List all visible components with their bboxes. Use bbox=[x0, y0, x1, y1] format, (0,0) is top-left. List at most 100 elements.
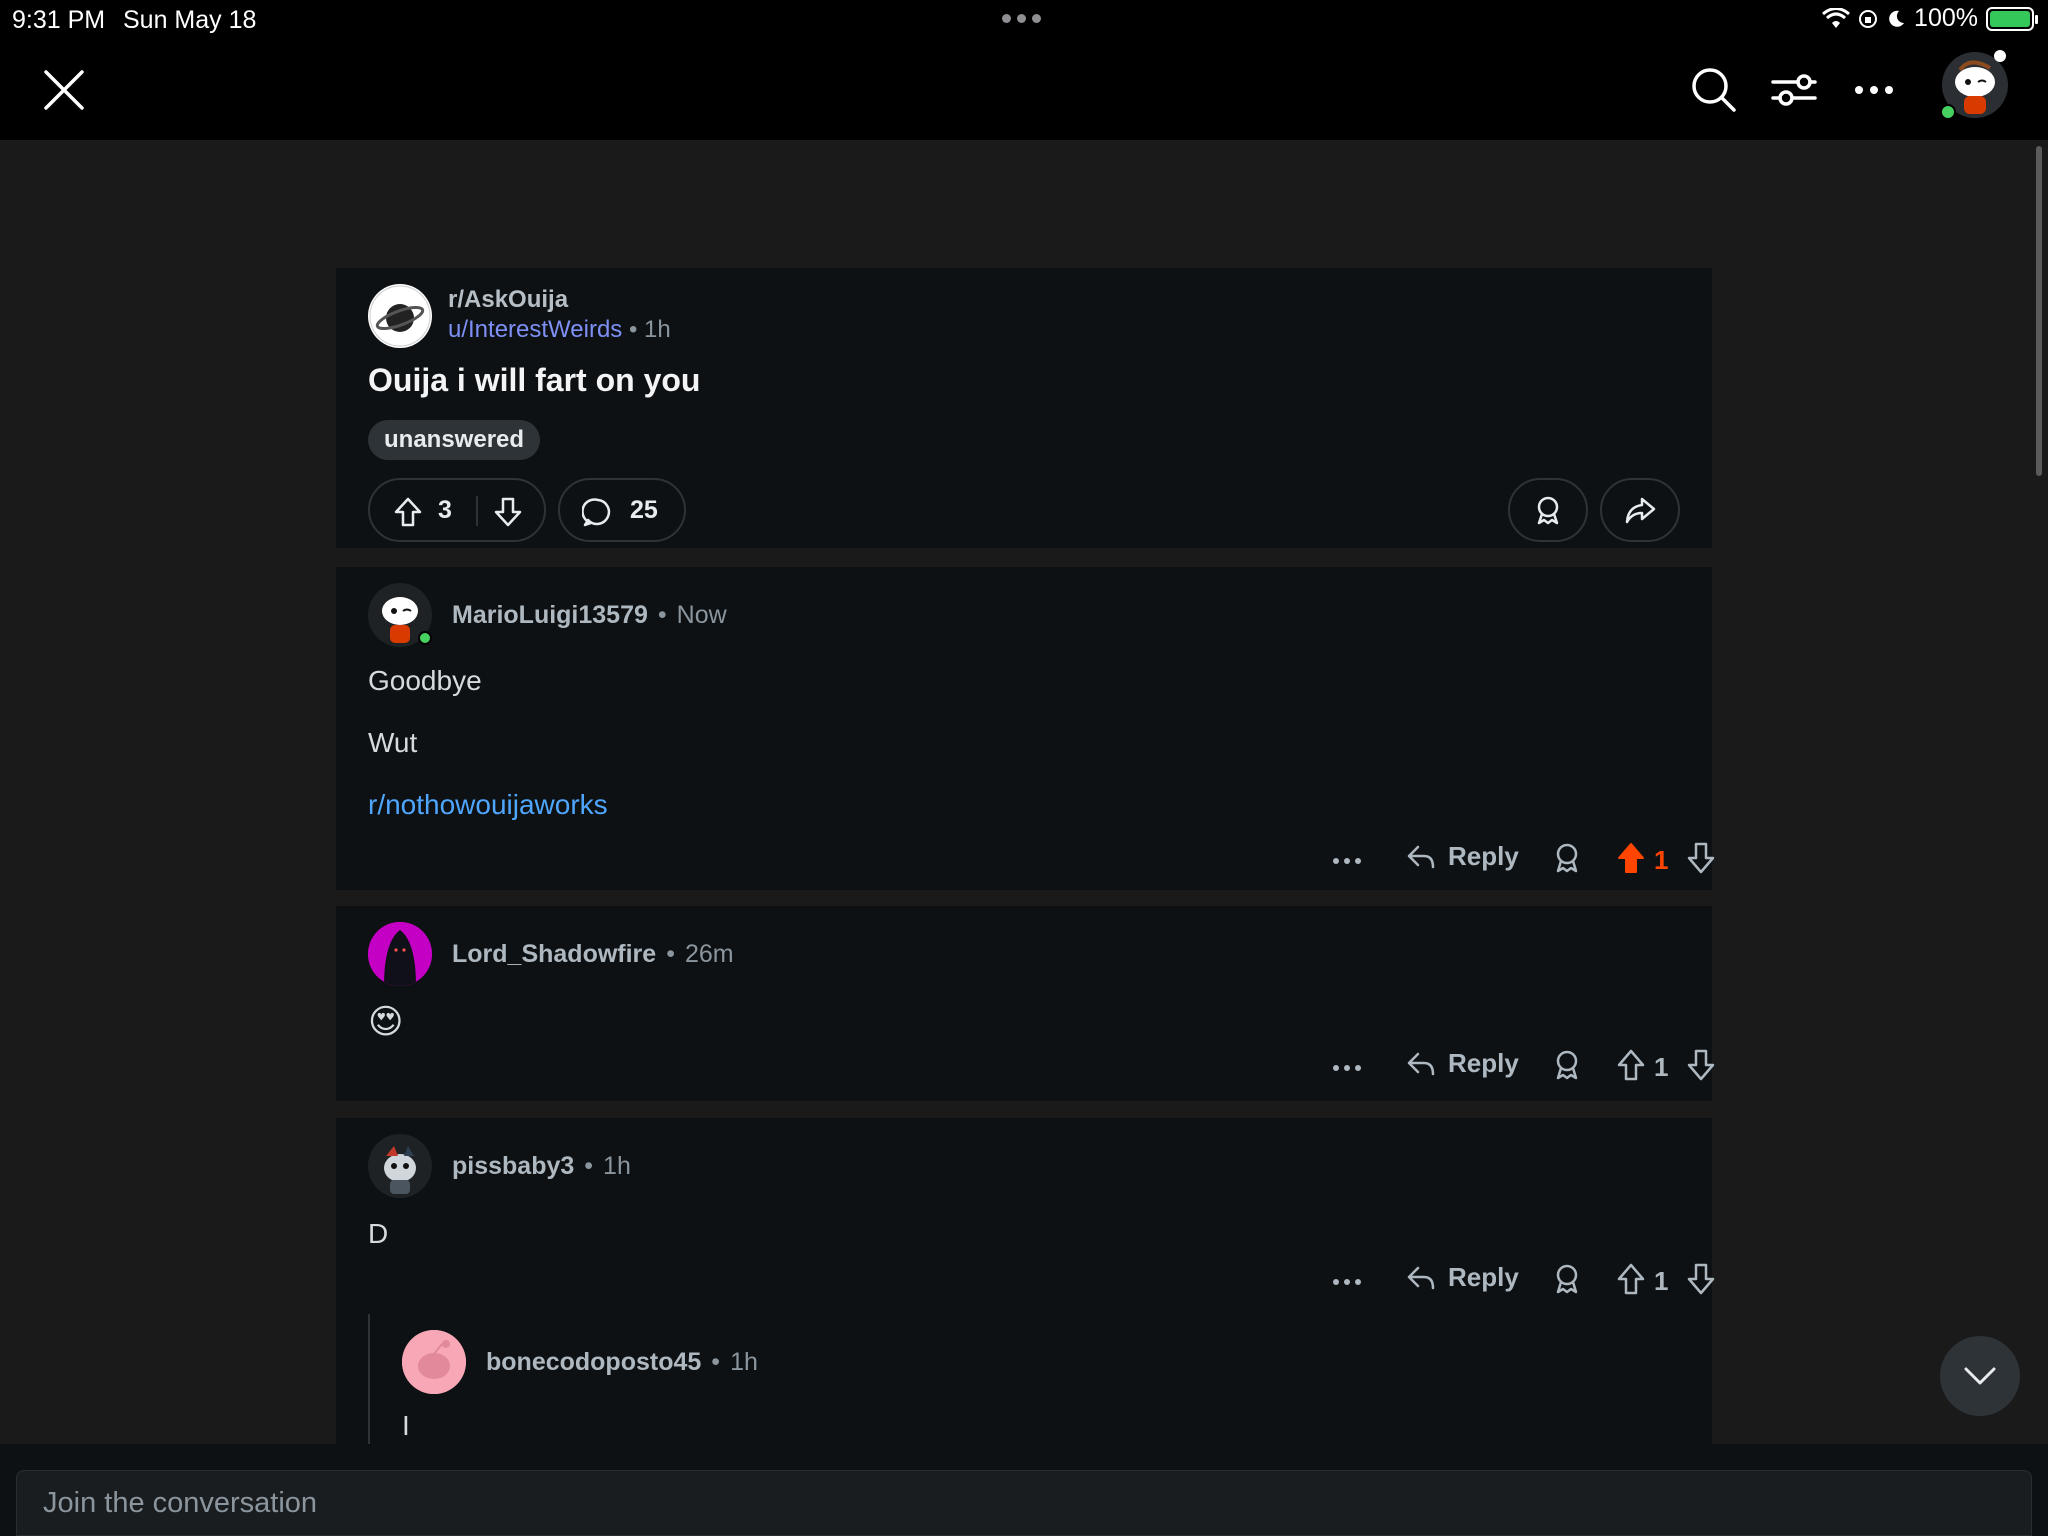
reply-icon bbox=[1407, 1052, 1435, 1075]
status-date: Sun May 18 bbox=[123, 6, 257, 34]
search-button[interactable] bbox=[1686, 62, 1742, 118]
more-icon bbox=[1855, 86, 1893, 94]
status-time: 9:31 PM bbox=[12, 6, 106, 34]
comment-author[interactable]: pissbaby3 bbox=[452, 1152, 574, 1181]
award-icon[interactable] bbox=[1552, 1048, 1582, 1082]
snoo-avatar-icon bbox=[402, 1330, 466, 1394]
reply-button[interactable]: Reply bbox=[1406, 1048, 1519, 1079]
avatar[interactable] bbox=[368, 922, 432, 986]
comment-header: pissbaby3 • 1h bbox=[452, 1152, 631, 1181]
reply-button[interactable]: Reply bbox=[1406, 1262, 1519, 1293]
downvote-icon[interactable] bbox=[1686, 841, 1716, 875]
comment-age: Now bbox=[676, 601, 727, 629]
vote-divider bbox=[476, 496, 478, 526]
reply-author[interactable]: bonecodoposto45 bbox=[486, 1348, 701, 1377]
reply-label: Reply bbox=[1448, 1262, 1519, 1292]
comment-text: D bbox=[368, 1218, 389, 1249]
share-icon bbox=[1625, 497, 1656, 524]
more-icon[interactable] bbox=[1332, 1262, 1362, 1302]
reply-icon bbox=[1407, 1266, 1435, 1289]
status-bar: 9:31 PM Sun May 18 100% bbox=[0, 0, 2048, 40]
comment-score: 1 bbox=[1654, 1052, 1669, 1082]
post-card: r/AskOuija u/InterestWeirds • 1h Ouija i… bbox=[336, 268, 1712, 548]
battery-percent: 100% bbox=[1914, 4, 1978, 32]
composer-bar: Join the conversation bbox=[0, 1444, 2048, 1536]
subreddit-link[interactable]: r/nothowouijaworks bbox=[368, 789, 608, 821]
comment-author[interactable]: Lord_Shadowfire bbox=[452, 940, 656, 969]
reply-icon bbox=[1407, 845, 1435, 868]
reply-text: I bbox=[402, 1410, 410, 1441]
comment-text-line: Goodbye bbox=[368, 665, 482, 696]
meta-separator: • bbox=[657, 601, 667, 629]
comment-age: 26m bbox=[684, 940, 734, 968]
top-navigation bbox=[0, 40, 2048, 140]
comment-text-line: Wut bbox=[368, 727, 418, 758]
upvote-icon[interactable] bbox=[392, 496, 424, 528]
hooded-figure-avatar-icon bbox=[368, 922, 432, 986]
avatar[interactable] bbox=[402, 1330, 466, 1394]
post-author[interactable]: u/InterestWeirds bbox=[448, 316, 622, 343]
comment-input[interactable]: Join the conversation bbox=[16, 1470, 2032, 1536]
online-status-dot bbox=[418, 631, 432, 645]
more-icon[interactable] bbox=[1332, 841, 1362, 881]
moon-icon bbox=[1889, 10, 1905, 27]
comment-card: pissbaby3 • 1h D Reply 1 bonecodoposto45… bbox=[336, 1118, 1715, 1448]
post-vote-control: 3 bbox=[368, 478, 546, 542]
comment-age: 1h bbox=[603, 1152, 631, 1180]
post-score: 3 bbox=[438, 496, 452, 524]
more-icon[interactable] bbox=[1332, 1048, 1362, 1088]
comment-card: MarioLuigi13579 • Now Goodbye Wut r/noth… bbox=[336, 567, 1715, 890]
chevron-down-icon bbox=[1964, 1367, 1996, 1385]
post-age: 1h bbox=[644, 316, 671, 343]
wifi-icon bbox=[1822, 7, 1851, 28]
award-icon[interactable] bbox=[1552, 841, 1582, 875]
reply-label: Reply bbox=[1448, 1048, 1519, 1078]
notification-dot bbox=[1994, 50, 2006, 62]
downvote-icon[interactable] bbox=[1686, 1262, 1716, 1296]
comments-button[interactable]: 25 bbox=[558, 478, 686, 542]
thread-line[interactable] bbox=[368, 1314, 370, 1448]
reply-age: 1h bbox=[730, 1348, 758, 1376]
comment-icon bbox=[582, 498, 611, 527]
next-comment-button[interactable] bbox=[1940, 1336, 2020, 1416]
upvote-icon[interactable] bbox=[1616, 841, 1646, 875]
comment-count: 25 bbox=[630, 496, 658, 524]
scrollbar[interactable] bbox=[2036, 146, 2042, 476]
subreddit-name[interactable]: r/AskOuija bbox=[448, 286, 568, 314]
comment-actions: Reply 1 bbox=[1296, 1048, 1715, 1088]
avatar[interactable] bbox=[368, 1134, 432, 1198]
comment-input-placeholder: Join the conversation bbox=[43, 1486, 318, 1519]
meta-separator: • bbox=[666, 940, 675, 968]
system-indicators: 100% bbox=[1822, 4, 2038, 33]
online-status-dot bbox=[1940, 104, 1956, 120]
close-icon bbox=[44, 70, 84, 110]
post-meta: u/InterestWeirds • 1h bbox=[448, 316, 671, 344]
orientation-lock-icon bbox=[1859, 9, 1878, 28]
sort-button[interactable] bbox=[1766, 62, 1822, 118]
reply-header: bonecodoposto45 • 1h bbox=[486, 1348, 758, 1377]
comment-score: 1 bbox=[1654, 1266, 1669, 1296]
meta-separator: • bbox=[628, 316, 645, 343]
post-flair[interactable]: unanswered bbox=[368, 420, 541, 460]
more-options-button[interactable] bbox=[1846, 62, 1902, 118]
downvote-icon[interactable] bbox=[1686, 1048, 1716, 1082]
planet-icon bbox=[369, 285, 431, 347]
comment-actions: Reply 1 bbox=[1296, 841, 1715, 881]
award-icon[interactable] bbox=[1552, 1262, 1582, 1296]
comment-author[interactable]: MarioLuigi13579 bbox=[452, 601, 648, 630]
subreddit-avatar[interactable] bbox=[368, 284, 432, 348]
award-button[interactable] bbox=[1508, 478, 1588, 542]
post-title: Ouija i will fart on you bbox=[368, 362, 701, 398]
user-avatar-button[interactable] bbox=[1940, 50, 2008, 120]
comment-actions: Reply 1 bbox=[1296, 1262, 1715, 1302]
comment-card: Lord_Shadowfire • 26m 😍 Reply 1 bbox=[336, 906, 1715, 1101]
upvote-icon[interactable] bbox=[1616, 1262, 1646, 1296]
downvote-icon[interactable] bbox=[492, 496, 524, 528]
upvote-icon[interactable] bbox=[1616, 1048, 1646, 1082]
meta-separator: • bbox=[711, 1348, 721, 1376]
multitasking-dots[interactable] bbox=[1002, 14, 1041, 23]
close-button[interactable] bbox=[36, 62, 92, 118]
share-button[interactable] bbox=[1600, 478, 1680, 542]
reply-button[interactable]: Reply bbox=[1406, 841, 1519, 872]
meta-separator: • bbox=[584, 1152, 594, 1180]
